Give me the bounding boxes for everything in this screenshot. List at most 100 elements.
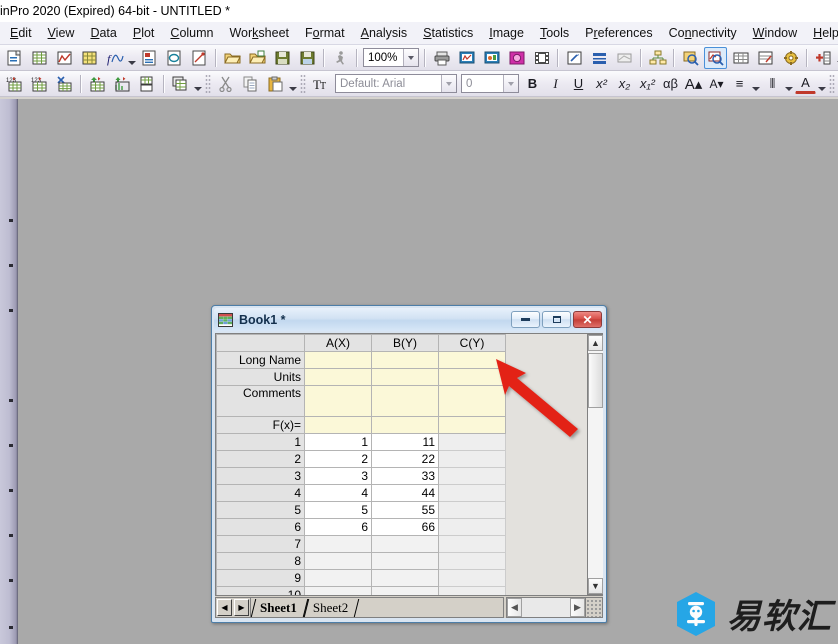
menu-item-preferences[interactable]: Preferences xyxy=(577,23,660,43)
cell-c-2[interactable] xyxy=(438,450,506,468)
grid-empty-area[interactable] xyxy=(506,334,587,595)
row-header-6[interactable]: 6 xyxy=(216,518,305,536)
menu-item-worksheet[interactable]: Worksheet xyxy=(221,23,297,43)
sheet-tab-sheet1[interactable]: Sheet1 xyxy=(253,598,306,617)
sheet-prev-icon[interactable]: ◀ xyxy=(217,599,232,616)
slide-show-icon[interactable] xyxy=(480,47,503,69)
cell-a-7[interactable] xyxy=(304,535,372,553)
increase-font-button[interactable]: A▴ xyxy=(683,74,704,94)
menu-item-statistics[interactable]: Statistics xyxy=(415,23,481,43)
underline-button[interactable]: U xyxy=(568,74,589,94)
new-workbook-icon[interactable] xyxy=(28,47,51,69)
cell-long-name-c[interactable] xyxy=(438,351,506,369)
column-header-a[interactable]: A(X) xyxy=(304,334,372,352)
menu-item-image[interactable]: Image xyxy=(481,23,532,43)
sheet-tab-nav[interactable]: ◀ ▶ xyxy=(215,597,251,618)
merge-graph-icon[interactable] xyxy=(613,47,636,69)
cell-c-7[interactable] xyxy=(438,535,506,553)
font-combo[interactable]: Default: Arial xyxy=(335,74,457,93)
zoom-dropdown-arrow-icon[interactable] xyxy=(403,49,418,66)
run-script-icon[interactable] xyxy=(329,47,352,69)
toolbar-grip[interactable] xyxy=(829,73,835,94)
movie-icon[interactable] xyxy=(530,47,553,69)
cell-c-4[interactable] xyxy=(438,484,506,502)
new-plot-dropdown-icon[interactable] xyxy=(127,48,137,68)
cell-b-10[interactable] xyxy=(371,586,439,595)
font-color-dropdown-icon[interactable] xyxy=(817,74,827,94)
save-project-icon[interactable] xyxy=(271,47,294,69)
subscript-button[interactable]: x₂ xyxy=(614,74,635,94)
open-project-icon[interactable] xyxy=(221,47,244,69)
cell-b-3[interactable]: 33 xyxy=(371,467,439,485)
hierarchy-icon[interactable] xyxy=(646,47,669,69)
cell-c-10[interactable] xyxy=(438,586,506,595)
resize-grip[interactable] xyxy=(586,597,603,618)
scroll-left-arrow-icon[interactable]: ◀ xyxy=(507,598,522,617)
new-graph-icon[interactable] xyxy=(53,47,76,69)
toolbar-grip[interactable] xyxy=(205,73,211,94)
row-header-1[interactable]: 1 xyxy=(216,433,305,451)
copy-icon[interactable] xyxy=(239,73,262,95)
add-data-icon[interactable] xyxy=(812,47,835,69)
set-column-values-icon[interactable]: 123 xyxy=(3,73,26,95)
worksheet-vertical-scrollbar[interactable]: ▲ ▼ xyxy=(587,334,603,595)
sheet-tab-sheet2[interactable]: Sheet2 xyxy=(306,599,357,617)
stack-lines-icon[interactable] xyxy=(588,47,611,69)
cell-a-5[interactable]: 5 xyxy=(304,501,372,519)
scroll-down-arrow-icon[interactable]: ▼ xyxy=(588,578,603,594)
cell-comments-a[interactable] xyxy=(304,385,372,417)
numeric-format-icon[interactable]: 123 xyxy=(28,73,51,95)
scroll-up-arrow-icon[interactable]: ▲ xyxy=(588,335,603,351)
export-graph-icon[interactable] xyxy=(505,47,528,69)
worksheet-grid-container[interactable]: A(X) B(Y) C(Y) Long Name Units Comments … xyxy=(215,333,603,596)
sheet-next-icon[interactable]: ▶ xyxy=(234,599,249,616)
bold-button[interactable]: B xyxy=(522,74,543,94)
cell-units-c[interactable] xyxy=(438,368,506,386)
menu-item-column[interactable]: Column xyxy=(162,23,221,43)
cell-a-9[interactable] xyxy=(304,569,372,587)
cell-b-6[interactable]: 66 xyxy=(371,518,439,536)
menu-item-analysis[interactable]: Analysis xyxy=(353,23,416,43)
sheet-tabs[interactable]: Sheet1 Sheet2 xyxy=(251,597,504,618)
cell-b-9[interactable] xyxy=(371,569,439,587)
greek-button[interactable]: αβ xyxy=(660,74,681,94)
cell-a-1[interactable]: 1 xyxy=(304,433,372,451)
row-header-3[interactable]: 3 xyxy=(216,467,305,485)
cell-a-3[interactable]: 3 xyxy=(304,467,372,485)
grid-corner-header[interactable] xyxy=(216,334,305,352)
cell-long-name-b[interactable] xyxy=(371,351,439,369)
toolbar-grip[interactable] xyxy=(300,73,306,94)
cell-comments-c[interactable] xyxy=(438,385,506,417)
cell-comments-b[interactable] xyxy=(371,385,439,417)
cell-b-7[interactable] xyxy=(371,535,439,553)
column-header-c[interactable]: C(Y) xyxy=(438,334,506,352)
cell-fx-c[interactable] xyxy=(438,416,506,434)
save-template-icon[interactable] xyxy=(296,47,319,69)
row-header-fx[interactable]: F(x)= xyxy=(216,416,305,434)
cell-b-2[interactable]: 22 xyxy=(371,450,439,468)
cell-a-6[interactable]: 6 xyxy=(304,518,372,536)
cell-a-4[interactable]: 4 xyxy=(304,484,372,502)
cell-b-5[interactable]: 55 xyxy=(371,501,439,519)
font-size-combo[interactable]: 0 xyxy=(461,74,519,93)
cell-units-b[interactable] xyxy=(371,368,439,386)
horizontal-scroll-track[interactable] xyxy=(522,598,570,617)
workbook-title-bar[interactable]: Book1 * ✕ xyxy=(214,308,604,331)
workbook-close-button[interactable]: ✕ xyxy=(573,311,602,328)
menu-item-tools[interactable]: Tools xyxy=(532,23,577,43)
project-explorer-strip[interactable] xyxy=(0,99,18,644)
vertical-scroll-thumb[interactable] xyxy=(588,353,603,408)
worksheet-horizontal-scrollbar[interactable]: ◀ ▶ xyxy=(506,597,586,618)
worksheet-grid[interactable]: A(X) B(Y) C(Y) Long Name Units Comments … xyxy=(216,334,506,595)
row-header-2[interactable]: 2 xyxy=(216,450,305,468)
statistics-on-columns-icon[interactable] xyxy=(53,73,76,95)
column-header-b[interactable]: B(Y) xyxy=(371,334,439,352)
new-project-icon[interactable] xyxy=(3,47,26,69)
menu-item-format[interactable]: Format xyxy=(297,23,353,43)
menu-item-edit[interactable]: Edit xyxy=(2,23,40,43)
cell-c-3[interactable] xyxy=(438,467,506,485)
align-dropdown-icon[interactable] xyxy=(751,74,761,94)
data-reader-icon[interactable] xyxy=(704,46,727,69)
cell-c-5[interactable] xyxy=(438,501,506,519)
cell-fx-a[interactable] xyxy=(304,416,372,434)
